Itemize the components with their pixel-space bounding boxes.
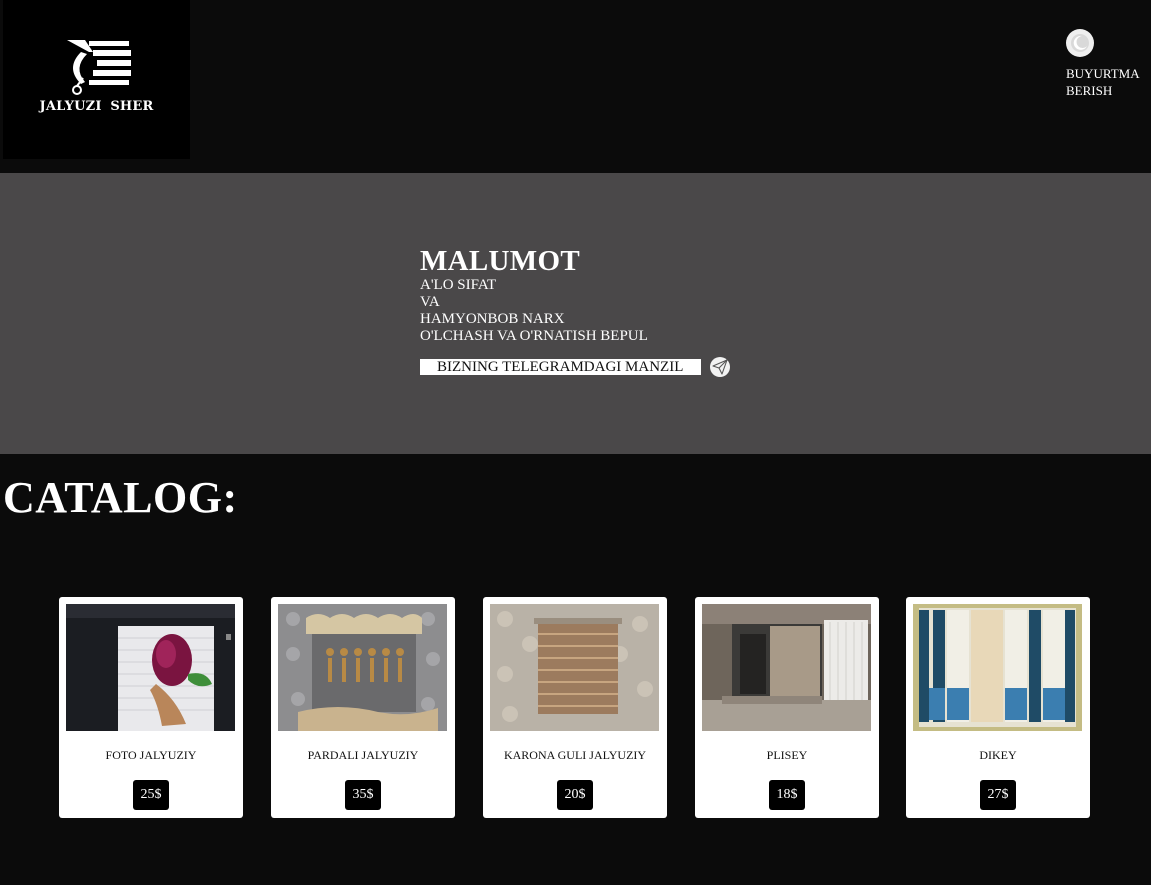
telegram-row: BIZNING TELEGRAMDAGI MANZIL (420, 357, 730, 377)
info-line: HAMYONBOB NARX (420, 311, 565, 327)
paper-plane-icon[interactable] (710, 357, 730, 377)
info-line: VA (420, 294, 440, 310)
order-label-line2: BERISH (1066, 83, 1113, 98)
logo-mark-icon (67, 40, 131, 95)
product-name: PLISEY (766, 748, 808, 762)
product-grid: FOTO JALYUZIY 25$ PARDALI JALYUZIY 35$ K… (59, 597, 1099, 818)
catalog-title: CATALOG: (3, 473, 238, 522)
product-card[interactable]: DIKEY 27$ (906, 597, 1090, 818)
info-section: MALUMOT A'LO SIFAT VA HAMYONBOB NARX O'L… (0, 173, 1151, 454)
info-line: O'LCHASH VA O'RNATISH BEPUL (420, 328, 648, 344)
site-header: JALYUZI SHER BUYURTMA BERISH (0, 0, 1151, 173)
product-card[interactable]: PLISEY 18$ (695, 597, 879, 818)
telegram-link-button[interactable]: BIZNING TELEGRAMDAGI MANZIL (420, 359, 701, 375)
product-card[interactable]: KARONA GULI JALYUZIY 20$ (483, 597, 667, 818)
order-label-line1: BUYURTMA (1066, 66, 1140, 81)
product-card[interactable]: FOTO JALYUZIY 25$ (59, 597, 243, 818)
product-image (913, 604, 1082, 731)
info-content: MALUMOT A'LO SIFAT VA HAMYONBOB NARX O'L… (420, 245, 730, 377)
product-card[interactable]: PARDALI JALYUZIY 35$ (271, 597, 455, 818)
product-price: 20$ (557, 780, 593, 810)
product-name: PARDALI JALYUZIY (307, 748, 419, 762)
product-name: DIKEY (979, 748, 1017, 762)
product-price: 27$ (980, 780, 1016, 810)
product-image (66, 604, 235, 731)
product-price: 25$ (133, 780, 169, 810)
order-button[interactable]: BUYURTMA BERISH (1066, 29, 1151, 99)
order-label: BUYURTMA BERISH (1066, 65, 1151, 99)
product-image (278, 604, 447, 731)
logo-text: JALYUZI SHER (39, 99, 154, 114)
product-image (702, 604, 871, 731)
product-price: 35$ (345, 780, 381, 810)
info-title: MALUMOT (420, 245, 580, 277)
product-name: FOTO JALYUZIY (105, 748, 197, 762)
product-image (490, 604, 659, 731)
moon-icon (1066, 29, 1094, 57)
product-price: 18$ (769, 780, 805, 810)
logo[interactable]: JALYUZI SHER (3, 0, 190, 159)
info-line: A'LO SIFAT (420, 277, 497, 293)
product-name: KARONA GULI JALYUZIY (503, 748, 647, 762)
